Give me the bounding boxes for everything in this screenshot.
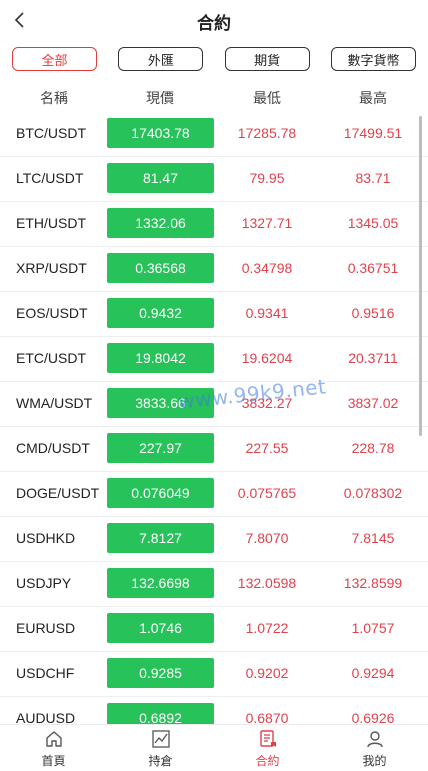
table-row[interactable]: ETC/USDT 19.8042 19.6204 20.3711 [0, 337, 428, 382]
low-price: 1327.71 [241, 215, 293, 231]
current-price: 19.8042 [107, 343, 214, 373]
tab-label: 我的 [362, 754, 387, 768]
symbol-name: DOGE/USDT [16, 485, 100, 501]
low-price: 132.0598 [237, 575, 297, 591]
home-icon [43, 728, 65, 750]
symbol-name: LTC/USDT [16, 170, 84, 186]
high-price: 17499.51 [343, 125, 403, 141]
filter-futures[interactable]: 期貨 [224, 47, 310, 71]
scrollbar[interactable] [419, 116, 422, 436]
column-high: 最高 [359, 90, 387, 106]
symbol-name: ETC/USDT [16, 350, 86, 366]
current-price: 17403.78 [107, 118, 214, 148]
tab-contracts[interactable]: 合約 [214, 725, 321, 771]
chart-icon [150, 728, 172, 750]
current-price: 0.9285 [107, 658, 214, 688]
table-row[interactable]: USDJPY 132.6698 132.0598 132.8599 [0, 562, 428, 607]
tab-label: 合約 [255, 754, 280, 768]
table-row[interactable]: DOGE/USDT 0.076049 0.075765 0.078302 [0, 472, 428, 517]
symbol-name: CMD/USDT [16, 440, 90, 456]
high-price: 1.0757 [351, 620, 395, 636]
header: 合約 [0, 0, 428, 40]
low-price: 0.075765 [237, 485, 297, 501]
column-header: 名稱 現價 最低 最高 [0, 86, 428, 108]
low-price: 0.34798 [241, 260, 293, 276]
symbol-name: USDJPY [16, 575, 72, 591]
current-price: 0.076049 [107, 478, 214, 508]
symbol-name: AUDUSD [16, 710, 76, 724]
table-row[interactable]: EOS/USDT 0.9432 0.9341 0.9516 [0, 292, 428, 337]
table-row[interactable]: USDHKD 7.8127 7.8070 7.8145 [0, 517, 428, 562]
high-price: 0.9294 [351, 665, 395, 681]
high-price: 0.36751 [347, 260, 399, 276]
tab-profile[interactable]: 我的 [321, 725, 428, 771]
tab-label: 首頁 [41, 754, 66, 768]
high-price: 1345.05 [347, 215, 399, 231]
low-price: 0.6870 [245, 710, 289, 724]
current-price: 1332.06 [107, 208, 214, 238]
high-price: 3837.02 [347, 395, 399, 411]
table-row[interactable]: AUDUSD 0.6892 0.6870 0.6926 [0, 697, 428, 724]
symbol-name: EURUSD [16, 620, 76, 636]
symbol-name: ETH/USDT [16, 215, 86, 231]
column-price: 現價 [146, 90, 174, 106]
filter-forex[interactable]: 外匯 [118, 47, 204, 71]
high-price: 132.8599 [343, 575, 403, 591]
bottom-tab-bar: 首頁 持倉 合約 我的 [0, 724, 428, 771]
filter-all[interactable]: 全部 [12, 47, 97, 71]
table-row[interactable]: EURUSD 1.0746 1.0722 1.0757 [0, 607, 428, 652]
symbol-name: BTC/USDT [16, 125, 86, 141]
current-price: 0.36568 [107, 253, 214, 283]
current-price: 1.0746 [107, 613, 214, 643]
current-price: 227.97 [107, 433, 214, 463]
table-row[interactable]: ETH/USDT 1332.06 1327.71 1345.05 [0, 202, 428, 247]
low-price: 17285.78 [237, 125, 297, 141]
high-price: 0.078302 [343, 485, 403, 501]
column-name: 名稱 [40, 90, 68, 106]
column-low: 最低 [253, 90, 281, 106]
table-row[interactable]: LTC/USDT 81.47 79.95 83.71 [0, 157, 428, 202]
tab-positions[interactable]: 持倉 [107, 725, 214, 771]
filter-crypto[interactable]: 數字貨幣 [330, 47, 416, 71]
high-price: 228.78 [351, 440, 395, 456]
low-price: 227.55 [245, 440, 289, 456]
current-price: 7.8127 [107, 523, 214, 553]
symbol-name: XRP/USDT [16, 260, 87, 276]
symbol-name: WMA/USDT [16, 395, 93, 411]
current-price: 0.9432 [107, 298, 214, 328]
current-price: 132.6698 [107, 568, 214, 598]
table-row[interactable]: USDCHF 0.9285 0.9202 0.9294 [0, 652, 428, 697]
table-row[interactable]: CMD/USDT 227.97 227.55 228.78 [0, 427, 428, 472]
low-price: 0.9341 [245, 305, 289, 321]
low-price: 7.8070 [245, 530, 289, 546]
high-price: 83.71 [355, 170, 391, 186]
table-row[interactable]: XRP/USDT 0.36568 0.34798 0.36751 [0, 247, 428, 292]
current-price: 81.47 [107, 163, 214, 193]
tab-home[interactable]: 首頁 [0, 725, 107, 771]
contract-list: BTC/USDT 17403.78 17285.78 17499.51 LTC/… [0, 112, 428, 724]
low-price: 0.9202 [245, 665, 289, 681]
current-price: 0.6892 [107, 703, 214, 724]
low-price: 19.6204 [241, 350, 293, 366]
filter-bar: 全部 外匯 期貨 數字貨幣 [12, 47, 416, 71]
contract-icon [257, 728, 279, 750]
symbol-name: USDHKD [16, 530, 76, 546]
high-price: 0.9516 [351, 305, 395, 321]
high-price: 7.8145 [351, 530, 395, 546]
low-price: 1.0722 [245, 620, 289, 636]
tab-label: 持倉 [148, 754, 173, 768]
page-title: 合約 [197, 14, 231, 33]
symbol-name: USDCHF [16, 665, 75, 681]
user-icon [364, 728, 386, 750]
high-price: 20.3711 [348, 350, 398, 366]
table-row[interactable]: BTC/USDT 17403.78 17285.78 17499.51 [0, 112, 428, 157]
symbol-name: EOS/USDT [16, 305, 88, 321]
low-price: 79.95 [249, 170, 285, 186]
high-price: 0.6926 [351, 710, 395, 724]
